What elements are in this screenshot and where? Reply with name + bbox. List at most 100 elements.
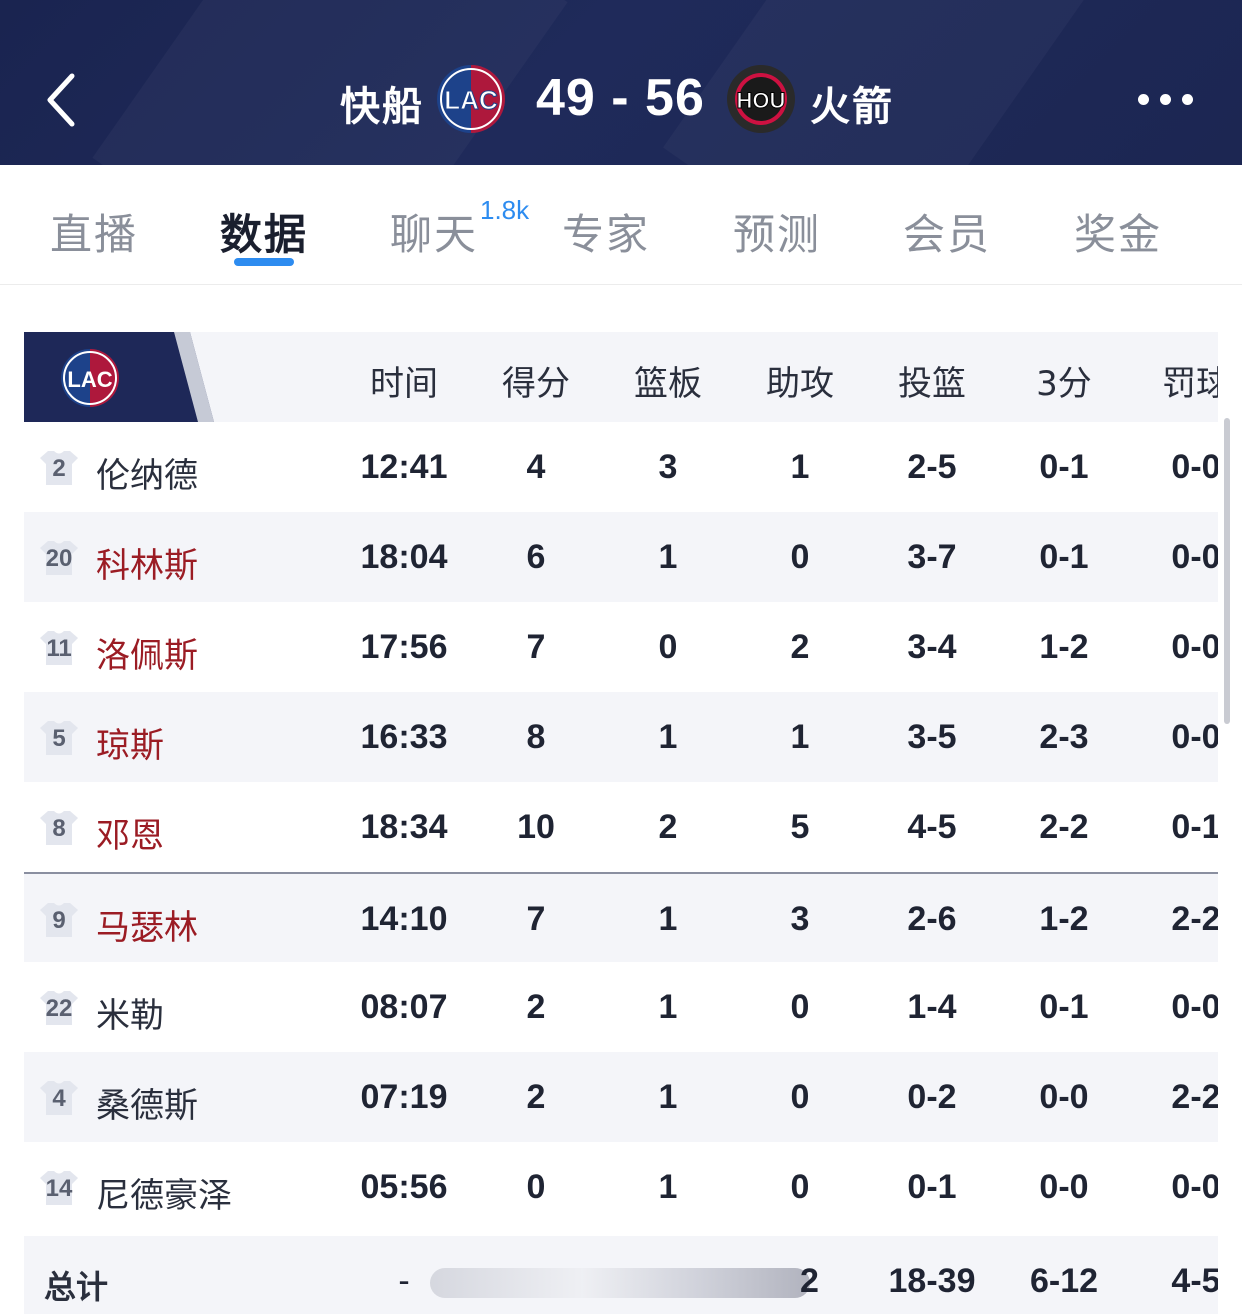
total-row: 总计 - 2 18-39 6-12 4-5 [24, 1236, 1218, 1314]
table-row[interactable]: 20 科林斯 18:04 6 1 0 3-7 0-1 0-0 [24, 512, 1218, 602]
player-name[interactable]: 马瑟林 [96, 900, 198, 949]
player-name[interactable]: 桑德斯 [96, 1078, 198, 1127]
stat-free-throws: 0-1 [1171, 808, 1218, 846]
stat-three-points: 0-1 [1039, 448, 1089, 486]
home-logo-text: LAC [444, 85, 498, 115]
more-menu-button[interactable] [1130, 88, 1200, 112]
svg-text:LAC: LAC [67, 367, 112, 392]
stat-points: 8 [526, 718, 546, 756]
player-name[interactable]: 伦纳德 [96, 448, 198, 497]
jersey-number: 5 [52, 725, 66, 752]
stat-free-throws: 0-0 [1171, 448, 1218, 486]
box-score-table[interactable]: LAC 时间 得分 篮板 助攻 投篮 3分 罚球 2 伦纳德 12:41 4 3 1 2-5… [24, 286, 1218, 1314]
stat-assists: 0 [790, 1168, 810, 1206]
stat-rebounds: 1 [658, 718, 678, 756]
more-dots-icon [1160, 94, 1171, 105]
stat-rebounds: 1 [658, 1168, 678, 1206]
stat-field-goals: 2-6 [907, 900, 957, 938]
stat-three-points: 0-1 [1039, 538, 1089, 576]
col-three-points[interactable]: 3分 [998, 356, 1130, 405]
away-logo-text: HOU [737, 88, 786, 113]
stat-free-throws: 0-0 [1171, 1168, 1218, 1206]
stat-three-points: 2-2 [1039, 808, 1089, 846]
more-dots-icon [1138, 94, 1149, 105]
stat-time: 14:10 [360, 900, 448, 938]
stat-assists: 0 [790, 1078, 810, 1116]
col-rebounds[interactable]: 篮板 [602, 356, 734, 405]
stat-points: 4 [526, 448, 546, 486]
stat-points: 6 [526, 538, 546, 576]
home-team-name[interactable]: 快船 [340, 74, 424, 132]
tab-prediction[interactable]: 预测 [733, 201, 821, 262]
tab-membership[interactable]: 会员 [903, 201, 991, 262]
stat-assists: 2 [790, 628, 810, 666]
player-name[interactable]: 邓恩 [96, 808, 164, 857]
tab-experts[interactable]: 专家 [562, 201, 650, 262]
jersey-icon: 8 [38, 809, 80, 847]
scoreboard: 快船 LAC 49 - 56 HOU 火箭 [0, 58, 1242, 142]
total-partial-value: 2 [800, 1262, 819, 1300]
stat-three-points: 1-2 [1039, 900, 1089, 938]
stat-time: 17:56 [360, 628, 448, 666]
col-assists[interactable]: 助攻 [734, 356, 866, 405]
stat-time: 18:04 [360, 538, 448, 576]
stat-field-goals: 0-1 [907, 1168, 957, 1206]
stat-assists: 0 [790, 988, 810, 1026]
tab-chat[interactable]: 聊天 [390, 201, 478, 262]
player-name[interactable]: 洛佩斯 [96, 628, 198, 677]
tab-bar: 直播 数据 聊天 1.8k 专家 预测 会员 奖金 [0, 165, 1242, 285]
table-row[interactable]: 14 尼德豪泽 05:56 0 1 0 0-1 0-0 0-0 [24, 1142, 1218, 1232]
col-field-goals[interactable]: 投篮 [866, 356, 998, 405]
stat-assists: 0 [790, 538, 810, 576]
table-row[interactable]: 4 桑德斯 07:19 2 1 0 0-2 0-0 2-2 [24, 1052, 1218, 1142]
stat-field-goals: 0-2 [907, 1078, 957, 1116]
player-name[interactable]: 米勒 [96, 988, 164, 1037]
tab-live[interactable]: 直播 [50, 201, 138, 262]
total-label: 总计 [44, 1268, 109, 1306]
stat-time: 12:41 [360, 448, 448, 486]
stat-three-points: 1-2 [1039, 628, 1089, 666]
table-row[interactable]: 5 琼斯 16:33 8 1 1 3-5 2-3 0-0 [24, 692, 1218, 782]
stat-free-throws: 0-0 [1171, 628, 1218, 666]
stat-rebounds: 1 [658, 900, 678, 938]
stat-points: 7 [526, 628, 546, 666]
table-row[interactable]: 11 洛佩斯 17:56 7 0 2 3-4 1-2 0-0 [24, 602, 1218, 692]
tab-bonus[interactable]: 奖金 [1074, 201, 1162, 262]
away-team-name[interactable]: 火箭 [810, 74, 894, 132]
home-team-logo[interactable]: LAC [436, 64, 506, 134]
stat-points: 10 [517, 808, 555, 846]
stat-rebounds: 2 [658, 808, 678, 846]
total-field-goals: 18-39 [888, 1262, 976, 1300]
stat-time: 16:33 [360, 718, 448, 756]
stat-rebounds: 1 [658, 1078, 678, 1116]
table-header-row: LAC 时间 得分 篮板 助攻 投篮 3分 罚球 [24, 332, 1218, 422]
stat-rebounds: 1 [658, 538, 678, 576]
jersey-icon: 22 [38, 989, 80, 1027]
vertical-scrollbar[interactable] [1224, 418, 1230, 724]
team-badge-area: LAC [24, 332, 214, 422]
table-row[interactable]: 2 伦纳德 12:41 4 3 1 2-5 0-1 0-0 [24, 422, 1218, 512]
table-row[interactable]: 9 马瑟林 14:10 7 1 3 2-6 1-2 2-2 [24, 872, 1218, 962]
tab-stats[interactable]: 数据 [220, 201, 308, 262]
col-points[interactable]: 得分 [470, 356, 602, 405]
stat-time: 08:07 [360, 988, 448, 1026]
stat-three-points: 0-0 [1039, 1168, 1089, 1206]
col-free-throws[interactable]: 罚球 [1130, 356, 1218, 405]
stat-assists: 3 [790, 900, 810, 938]
jersey-number: 14 [45, 1175, 73, 1202]
jersey-number: 4 [52, 1085, 66, 1112]
stat-field-goals: 2-5 [907, 448, 957, 486]
game-header: 快船 LAC 49 - 56 HOU 火箭 [0, 0, 1242, 165]
total-free-throws: 4-5 [1171, 1262, 1218, 1300]
table-row[interactable]: 8 邓恩 18:34 10 2 5 4-5 2-2 0-1 [24, 782, 1218, 872]
player-name[interactable]: 琼斯 [96, 718, 164, 767]
player-name[interactable]: 尼德豪泽 [96, 1168, 232, 1217]
stat-time: 18:34 [360, 808, 448, 846]
away-team-logo[interactable]: HOU [726, 64, 796, 134]
game-score: 49 - 56 [536, 69, 705, 127]
col-time[interactable]: 时间 [338, 356, 470, 405]
jersey-number: 9 [52, 907, 66, 934]
player-name[interactable]: 科林斯 [96, 538, 198, 587]
table-row[interactable]: 22 米勒 08:07 2 1 0 1-4 0-1 0-0 [24, 962, 1218, 1052]
stat-time: 05:56 [360, 1168, 448, 1206]
